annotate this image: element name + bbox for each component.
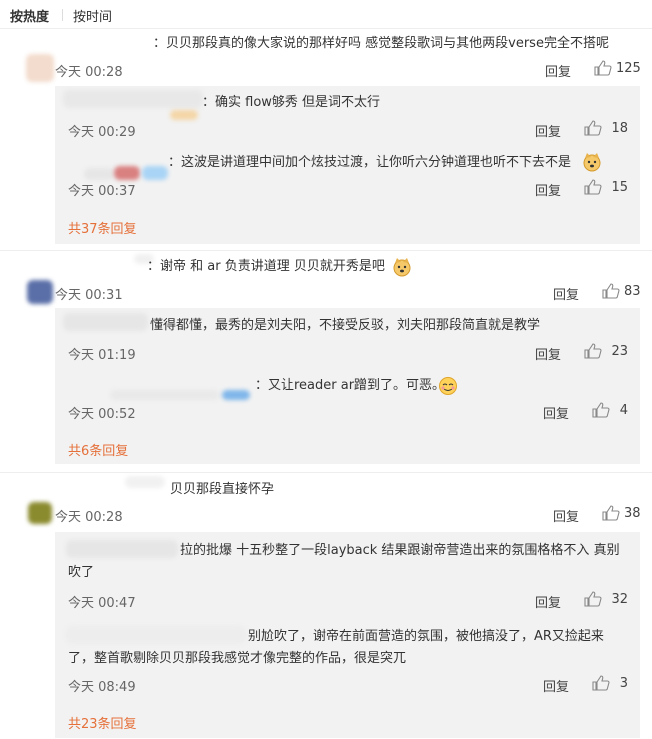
comment-time: 今天 00:28 — [55, 65, 123, 80]
doge-emoji-icon — [393, 258, 411, 277]
more-replies-link[interactable]: 共37条回复 — [68, 218, 137, 237]
reply-button[interactable]: 回复 — [553, 506, 579, 525]
thumbs-up-icon[interactable] — [584, 120, 602, 136]
reply-button[interactable]: 回复 — [543, 676, 569, 695]
thumbs-up-icon[interactable] — [592, 675, 610, 691]
like-count: 3 — [619, 676, 628, 691]
reply-button[interactable]: 回复 — [535, 180, 561, 199]
reply-button[interactable]: 回复 — [535, 592, 561, 611]
sort-separator — [62, 9, 63, 21]
avatar — [142, 166, 168, 180]
avatar — [114, 166, 140, 180]
more-replies-link[interactable]: 共6条回复 — [68, 440, 128, 459]
reply-button[interactable]: 回复 — [543, 403, 569, 422]
reply-text: ：确实 flow够秀 但是词不太行 — [202, 95, 381, 110]
reply-time: 今天 00:52 — [68, 407, 136, 422]
reply-text: ：这波是讲道理中间加个炫技过渡，让你听六分钟道理也听不下去不是 — [168, 155, 572, 170]
avatar[interactable] — [27, 280, 53, 304]
thumbs-up-icon[interactable] — [594, 60, 612, 76]
comment-divider — [0, 472, 652, 473]
reply-text: 懂得都懂，最秀的是刘夫阳，不接受反驳，刘夫阳那段简直就是教学 — [150, 318, 541, 333]
reply-time: 今天 00:29 — [68, 125, 136, 140]
thumbs-up-icon[interactable] — [602, 505, 620, 521]
shy-face-emoji-icon — [439, 377, 457, 395]
comment-text: 贝贝那段直接怀孕 — [170, 482, 275, 497]
reply-text: 拉的批爆 十五秒整了一段layback 结果跟谢帝营造出来的氛围格格不入 真别吹… — [68, 543, 620, 580]
reply-text: ：又让reader ar蹭到了。可恶。 — [255, 378, 446, 393]
avatar[interactable] — [26, 54, 54, 82]
reply-time: 今天 00:37 — [68, 184, 136, 199]
comment-text: ：贝贝那段真的像大家说的那样好吗 感觉整段歌词与其他两段verse完全不搭呢 — [153, 36, 609, 51]
sort-by-hot[interactable]: 按热度 — [10, 6, 49, 25]
reply-button[interactable]: 回复 — [553, 284, 579, 303]
like-count: 15 — [611, 180, 628, 195]
like-count: 4 — [619, 403, 628, 418]
comment-text: ：谢帝 和 ar 负责讲道理 贝贝就开秀是吧 — [147, 259, 385, 274]
reply-text: 别尬吹了，谢帝在前面营造的氛围，被他搞没了，AR又捡起来了，整首歌剔除贝贝那段我… — [68, 629, 604, 666]
reply-time: 今天 08:49 — [68, 680, 136, 695]
username-redacted[interactable] — [125, 476, 165, 488]
top-divider — [0, 28, 652, 29]
comment-divider — [0, 250, 652, 251]
avatar[interactable] — [28, 502, 52, 524]
thumbs-up-icon[interactable] — [584, 179, 602, 195]
thumbs-up-icon[interactable] — [602, 283, 620, 299]
like-count: 38 — [624, 506, 641, 521]
like-count: 125 — [616, 61, 641, 76]
username-redacted[interactable] — [84, 168, 114, 180]
username-redacted[interactable] — [63, 90, 203, 108]
avatar — [222, 390, 250, 400]
reply-button[interactable]: 回复 — [535, 121, 561, 140]
username-redacted[interactable] — [110, 390, 220, 400]
comment-time: 今天 00:28 — [55, 510, 123, 525]
comment-time: 今天 00:31 — [55, 288, 123, 303]
like-count: 32 — [611, 592, 628, 607]
reply-button[interactable]: 回复 — [535, 344, 561, 363]
doge-emoji-icon — [583, 153, 601, 172]
like-count: 18 — [611, 121, 628, 136]
more-replies-link[interactable]: 共23条回复 — [68, 713, 137, 732]
sort-by-time[interactable]: 按时间 — [73, 6, 112, 25]
thumbs-up-icon[interactable] — [584, 343, 602, 359]
reply-time: 今天 00:47 — [68, 596, 136, 611]
thumbs-up-icon[interactable] — [592, 402, 610, 418]
like-count: 23 — [611, 344, 628, 359]
reply-button[interactable]: 回复 — [545, 61, 571, 80]
username-redacted — [170, 110, 198, 120]
username-redacted[interactable] — [63, 313, 148, 331]
thumbs-up-icon[interactable] — [584, 591, 602, 607]
reply-time: 今天 01:19 — [68, 348, 136, 363]
like-count: 83 — [624, 284, 641, 299]
